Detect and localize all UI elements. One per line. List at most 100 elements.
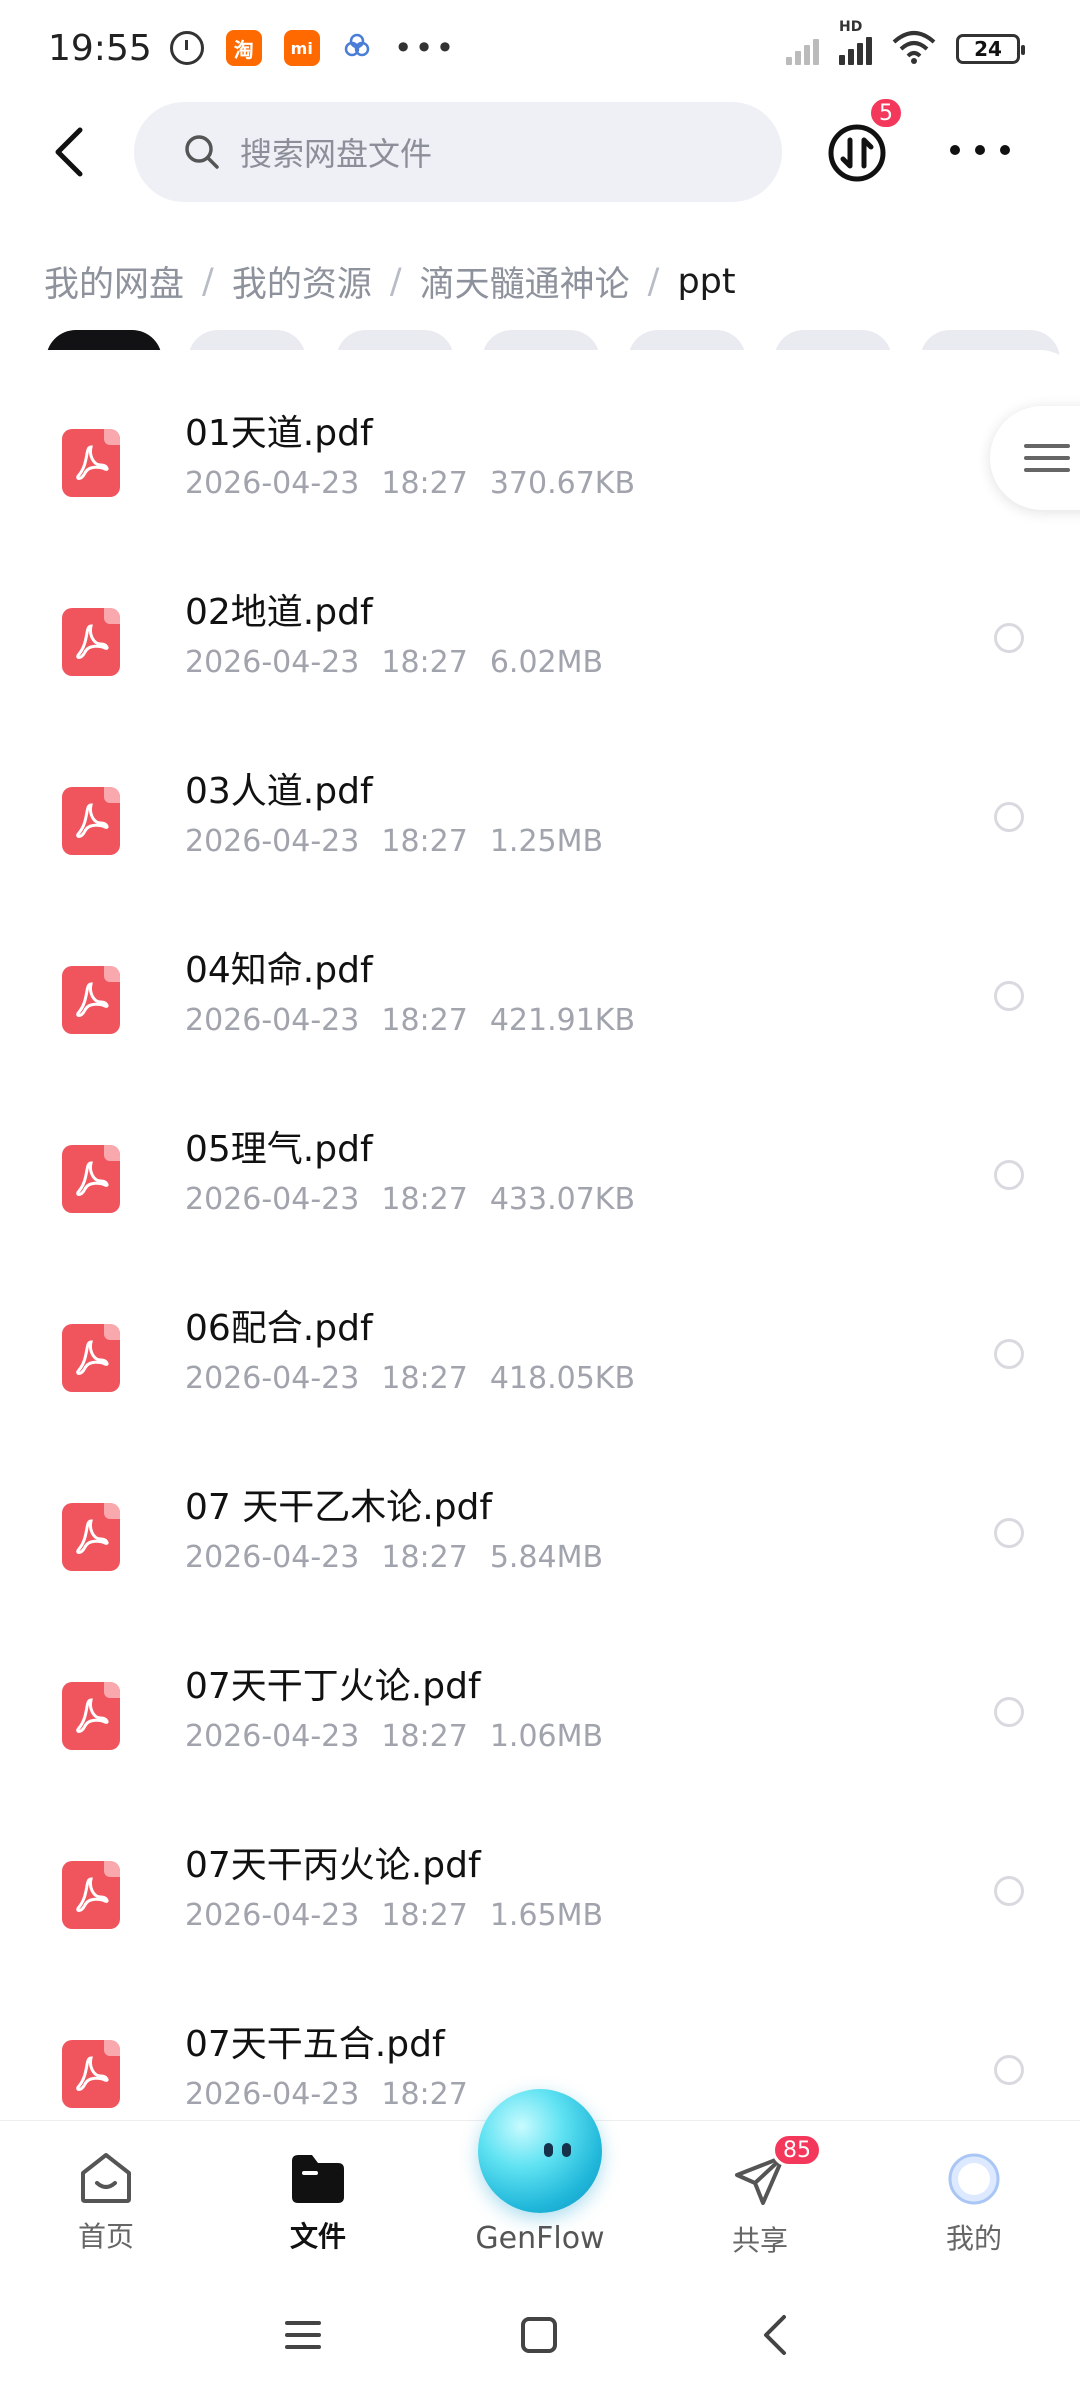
file-row[interactable]: 03人道.pdf 2026-04-23 18:27 1.25MB — [0, 734, 1080, 913]
file-size: 5.84MB — [489, 1540, 604, 1575]
file-name: 06配合.pdf — [185, 1308, 373, 1349]
file-meta: 2026-04-23 18:27 433.07KB — [185, 1182, 635, 1217]
file-time: 18:27 — [381, 1898, 468, 1933]
back-system-button[interactable] — [750, 2310, 800, 2360]
file-meta: 2026-04-23 18:27 418.05KB — [185, 1361, 635, 1396]
file-meta: 2026-04-23 18:27 1.06MB — [185, 1719, 603, 1754]
nav-item-home[interactable]: 首页 — [36, 2151, 176, 2255]
file-list: 01天道.pdf 2026-04-23 18:27 370.67KB 02地道.pd… — [0, 350, 1080, 2120]
select-checkbox[interactable] — [994, 623, 1024, 653]
hd-label: HD — [839, 19, 863, 35]
search-input[interactable]: 搜索网盘文件 — [134, 102, 782, 202]
file-name: 03人道.pdf — [185, 771, 373, 812]
cluster-app-icon — [342, 31, 372, 65]
file-date: 2026-04-23 — [185, 824, 360, 859]
select-checkbox[interactable] — [994, 2055, 1024, 2085]
pdf-file-icon — [62, 2040, 120, 2108]
search-icon — [185, 135, 219, 169]
folder-icon — [292, 2155, 344, 2203]
file-size: 1.25MB — [489, 824, 604, 859]
more-options-button[interactable] — [950, 130, 1010, 170]
file-name: 07 天干乙木论.pdf — [185, 1487, 493, 1528]
file-date: 2026-04-23 — [185, 645, 360, 680]
more-dot — [950, 145, 960, 155]
nav-label-share: 共享 — [731, 2224, 788, 2257]
battery-icon: 24 — [956, 34, 1025, 64]
search-placeholder: 搜索网盘文件 — [240, 135, 433, 173]
avatar-icon — [948, 2153, 1000, 2205]
select-checkbox[interactable] — [994, 1160, 1024, 1190]
home-system-button[interactable] — [514, 2310, 564, 2360]
pdf-file-icon — [62, 1682, 120, 1750]
file-size: 370.67KB — [489, 466, 636, 501]
select-checkbox[interactable] — [994, 981, 1024, 1011]
pdf-file-icon — [62, 966, 120, 1034]
recent-apps-button[interactable] — [278, 2310, 328, 2360]
file-time: 18:27 — [381, 1003, 468, 1038]
wifi-icon — [892, 30, 936, 68]
back-chevron-icon — [764, 2315, 786, 2355]
file-row[interactable]: 07 天干乙木论.pdf 2026-04-23 18:27 5.84MB — [0, 1450, 1080, 1629]
file-name: 07天干五合.pdf — [185, 2024, 445, 2065]
nav-item-mine[interactable]: 我的 — [904, 2151, 1044, 2257]
select-checkbox[interactable] — [994, 1876, 1024, 1906]
genflow-orb-icon — [478, 2089, 602, 2213]
file-meta: 2026-04-23 18:27 370.67KB — [185, 466, 635, 501]
file-meta: 2026-04-23 18:27 5.84MB — [185, 1540, 603, 1575]
select-checkbox[interactable] — [994, 1697, 1024, 1727]
file-row[interactable]: 06配合.pdf 2026-04-23 18:27 418.05KB — [0, 1271, 1080, 1450]
file-row[interactable]: 07天干丙火论.pdf 2026-04-23 18:27 1.65MB — [0, 1808, 1080, 1987]
nav-item-files[interactable]: 文件 — [248, 2151, 388, 2255]
file-size: 1.65MB — [489, 1898, 604, 1933]
status-time: 19:55 — [48, 27, 152, 69]
nav-label-home: 首页 — [77, 2220, 134, 2253]
file-name: 05理气.pdf — [185, 1129, 373, 1170]
file-meta: 2026-04-23 18:27 6.02MB — [185, 645, 603, 680]
file-time: 18:27 — [381, 466, 468, 501]
orb-eye — [562, 2143, 571, 2157]
file-date: 2026-04-23 — [185, 1540, 360, 1575]
breadcrumb-item-folder[interactable]: 滴天髓通神论 — [420, 256, 630, 307]
pdf-file-icon — [62, 1324, 120, 1392]
file-row[interactable]: 04知命.pdf 2026-04-23 18:27 421.91KB — [0, 913, 1080, 1092]
file-row[interactable]: 05理气.pdf 2026-04-23 18:27 433.07KB — [0, 1092, 1080, 1271]
file-date: 2026-04-23 — [185, 1898, 360, 1933]
file-row[interactable]: 07天干丁火论.pdf 2026-04-23 18:27 1.06MB — [0, 1629, 1080, 1808]
file-row[interactable]: 01天道.pdf 2026-04-23 18:27 370.67KB — [0, 376, 1080, 555]
file-size: 6.02MB — [489, 645, 604, 680]
transfer-badge: 5 — [868, 96, 904, 130]
back-button[interactable] — [38, 122, 98, 182]
breadcrumb-separator: / — [647, 261, 660, 302]
top-header: 搜索网盘文件 5 — [0, 96, 1080, 205]
breadcrumb-item-my-drive[interactable]: 我的网盘 — [44, 256, 184, 307]
file-row[interactable]: 02地道.pdf 2026-04-23 18:27 6.02MB — [0, 555, 1080, 734]
signal-sim2-icon: HD — [839, 19, 872, 65]
menu-icon — [285, 2321, 321, 2349]
select-checkbox[interactable] — [994, 1339, 1024, 1369]
nav-item-share[interactable]: 85 共享 — [690, 2133, 830, 2259]
back-arrow-icon — [55, 127, 83, 177]
file-time: 18:27 — [381, 645, 468, 680]
file-name: 01天道.pdf — [185, 413, 373, 454]
taobao-app-icon: 淘 — [225, 30, 262, 66]
file-time: 18:27 — [381, 824, 468, 859]
file-date: 2026-04-23 — [185, 1361, 360, 1396]
file-meta: 2026-04-23 18:27 421.91KB — [185, 1003, 635, 1038]
file-size: 1.06MB — [489, 1719, 604, 1754]
select-checkbox[interactable] — [994, 1518, 1024, 1548]
status-bar: 19:55 淘 mi ••• HD 24 — [0, 0, 1080, 96]
system-nav-bar — [0, 2270, 1080, 2400]
file-name: 07天干丁火论.pdf — [185, 1666, 481, 1707]
breadcrumb-item-my-resources[interactable]: 我的资源 — [232, 256, 372, 307]
breadcrumb-separator: / — [389, 261, 402, 302]
transfer-button[interactable]: 5 — [826, 96, 904, 184]
file-meta: 2026-04-23 18:27 1.65MB — [185, 1898, 603, 1933]
file-meta: 2026-04-23 18:27 — [185, 2077, 490, 2112]
menu-line-icon — [1024, 456, 1070, 460]
signal-sim1-icon — [786, 33, 819, 65]
pdf-file-icon — [62, 429, 120, 497]
pdf-file-icon — [62, 608, 120, 676]
pdf-file-icon — [62, 1503, 120, 1571]
transfer-icon — [828, 124, 886, 182]
select-checkbox[interactable] — [994, 802, 1024, 832]
